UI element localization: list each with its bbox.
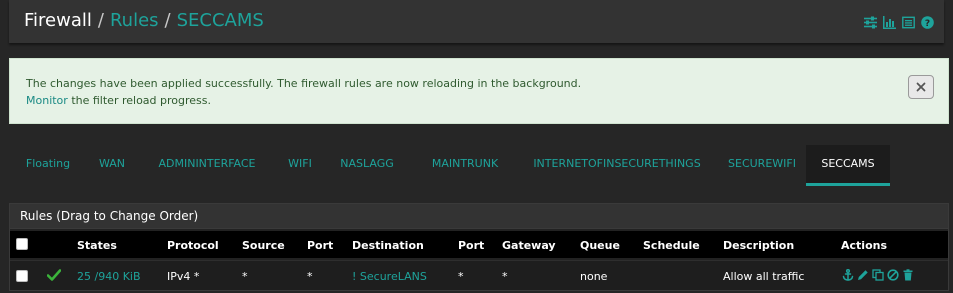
page-header: Firewall / Rules / SECCAMS ? xyxy=(9,0,944,43)
row-destination-link[interactable]: ! SecureLANS xyxy=(352,270,427,283)
row-protocol: IPv4 * xyxy=(167,270,200,283)
col-queue: Queue xyxy=(580,239,620,252)
row-gateway: * xyxy=(502,270,508,283)
table-row[interactable]: 25 /940 KiB IPv4 * * * ! SecureLANS * * … xyxy=(10,260,948,290)
row-port-dest: * xyxy=(458,270,464,283)
tab-wan[interactable]: WAN xyxy=(89,145,135,183)
interface-tabs: Floating WAN ADMININTERFACE WIFI NASLAGG… xyxy=(9,145,949,187)
col-port: Port xyxy=(307,239,334,252)
alert-suffix: the filter reload progress. xyxy=(67,94,211,107)
tab-floating[interactable]: Floating xyxy=(16,145,80,183)
alert-message: The changes have been applied successful… xyxy=(26,77,582,90)
alert-close-button[interactable] xyxy=(908,75,934,99)
col-destination: Destination xyxy=(352,239,424,252)
tab-naslagg[interactable]: NASLAGG xyxy=(331,145,403,183)
header-icon-bar: ? xyxy=(864,16,934,29)
tab-seccams[interactable]: SECCAMS xyxy=(806,145,890,186)
select-all-checkbox[interactable] xyxy=(16,238,28,250)
success-alert: The changes have been applied successful… xyxy=(9,58,949,124)
col-protocol: Protocol xyxy=(167,239,219,252)
breadcrumb: Firewall / Rules / SECCAMS xyxy=(24,10,264,31)
list-icon[interactable] xyxy=(902,16,915,29)
panel-heading: Rules (Drag to Change Order) xyxy=(10,204,948,229)
sliders-icon[interactable] xyxy=(864,16,877,29)
close-icon xyxy=(916,82,926,92)
row-port: * xyxy=(307,270,313,283)
row-states-link[interactable]: 25 /940 KiB xyxy=(77,270,141,283)
pencil-icon[interactable] xyxy=(857,268,869,281)
col-port-dest: Port xyxy=(458,239,485,252)
breadcrumb-seccams-link[interactable]: SECCAMS xyxy=(177,10,264,31)
row-queue: none xyxy=(580,270,608,283)
check-icon[interactable] xyxy=(47,269,61,281)
alert-monitor-line: Monitor the filter reload progress. xyxy=(26,94,211,107)
col-gateway: Gateway xyxy=(502,239,556,252)
monitor-link[interactable]: Monitor xyxy=(26,94,68,107)
row-actions xyxy=(842,268,914,281)
trash-icon[interactable] xyxy=(902,268,914,281)
breadcrumb-firewall: Firewall xyxy=(24,10,92,31)
tab-admininterface[interactable]: ADMININTERFACE xyxy=(147,145,267,183)
col-source: Source xyxy=(242,239,285,252)
svg-text:?: ? xyxy=(925,19,930,29)
row-select-checkbox[interactable] xyxy=(16,270,28,282)
rules-panel: Rules (Drag to Change Order) States Prot… xyxy=(9,203,949,291)
bar-chart-icon[interactable] xyxy=(883,16,896,29)
col-states: States xyxy=(77,239,117,252)
copy-icon[interactable] xyxy=(872,268,884,281)
anchor-icon[interactable] xyxy=(842,268,854,281)
tab-wifi[interactable]: WIFI xyxy=(277,145,323,183)
tab-maintrunk[interactable]: MAINTRUNK xyxy=(417,145,513,183)
breadcrumb-rules-link[interactable]: Rules xyxy=(110,10,159,31)
panel-title: Rules (Drag to Change Order) xyxy=(20,209,199,223)
row-description: Allow all traffic xyxy=(723,270,805,283)
table-header: States Protocol Source Port Destination … xyxy=(10,231,948,258)
col-description: Description xyxy=(723,239,795,252)
breadcrumb-separator: / xyxy=(97,10,104,31)
col-schedule: Schedule xyxy=(643,239,700,252)
col-actions: Actions xyxy=(841,239,887,252)
tab-securewifi[interactable]: SECUREWIFI xyxy=(719,145,805,183)
disable-icon[interactable] xyxy=(887,268,899,281)
tab-internetofinsecurethings[interactable]: INTERNETOFINSECURETHINGS xyxy=(523,145,711,183)
row-source: * xyxy=(242,270,248,283)
breadcrumb-separator: / xyxy=(164,10,171,31)
help-icon[interactable]: ? xyxy=(921,16,934,29)
